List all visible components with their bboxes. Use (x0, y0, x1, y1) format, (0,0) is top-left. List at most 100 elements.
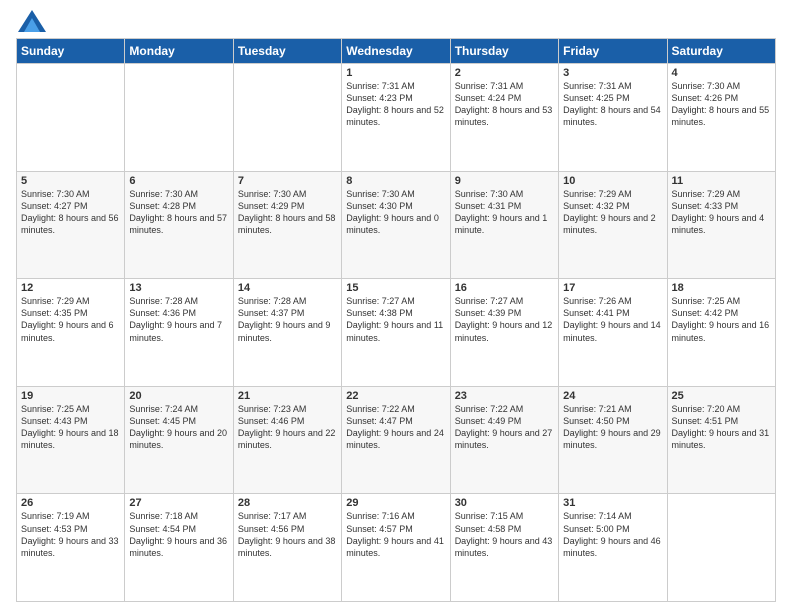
cell-info: Sunrise: 7:17 AM Sunset: 4:56 PM Dayligh… (238, 510, 337, 559)
calendar: SundayMondayTuesdayWednesdayThursdayFrid… (16, 38, 776, 602)
calendar-cell: 18Sunrise: 7:25 AM Sunset: 4:42 PM Dayli… (667, 279, 775, 387)
cell-info: Sunrise: 7:15 AM Sunset: 4:58 PM Dayligh… (455, 510, 554, 559)
day-number: 7 (238, 175, 337, 187)
day-number: 26 (21, 497, 120, 509)
cell-info: Sunrise: 7:29 AM Sunset: 4:32 PM Dayligh… (563, 188, 662, 237)
cell-info: Sunrise: 7:30 AM Sunset: 4:27 PM Dayligh… (21, 188, 120, 237)
day-number: 19 (21, 390, 120, 402)
day-number: 31 (563, 497, 662, 509)
calendar-cell: 23Sunrise: 7:22 AM Sunset: 4:49 PM Dayli… (450, 386, 558, 494)
calendar-cell: 20Sunrise: 7:24 AM Sunset: 4:45 PM Dayli… (125, 386, 233, 494)
logo-icon (18, 10, 46, 32)
week-row-1: 5Sunrise: 7:30 AM Sunset: 4:27 PM Daylig… (17, 171, 776, 279)
day-number: 18 (672, 282, 771, 294)
calendar-cell: 4Sunrise: 7:30 AM Sunset: 4:26 PM Daylig… (667, 64, 775, 172)
page: SundayMondayTuesdayWednesdayThursdayFrid… (0, 0, 792, 612)
day-number: 6 (129, 175, 228, 187)
day-number: 27 (129, 497, 228, 509)
cell-info: Sunrise: 7:20 AM Sunset: 4:51 PM Dayligh… (672, 403, 771, 452)
calendar-cell: 17Sunrise: 7:26 AM Sunset: 4:41 PM Dayli… (559, 279, 667, 387)
calendar-cell: 10Sunrise: 7:29 AM Sunset: 4:32 PM Dayli… (559, 171, 667, 279)
day-header-row: SundayMondayTuesdayWednesdayThursdayFrid… (17, 39, 776, 64)
calendar-cell (667, 494, 775, 602)
cell-info: Sunrise: 7:27 AM Sunset: 4:38 PM Dayligh… (346, 295, 445, 344)
calendar-cell: 15Sunrise: 7:27 AM Sunset: 4:38 PM Dayli… (342, 279, 450, 387)
cell-info: Sunrise: 7:27 AM Sunset: 4:39 PM Dayligh… (455, 295, 554, 344)
day-number: 23 (455, 390, 554, 402)
logo-area (16, 10, 46, 32)
calendar-cell: 5Sunrise: 7:30 AM Sunset: 4:27 PM Daylig… (17, 171, 125, 279)
cell-info: Sunrise: 7:29 AM Sunset: 4:33 PM Dayligh… (672, 188, 771, 237)
day-header-friday: Friday (559, 39, 667, 64)
cell-info: Sunrise: 7:25 AM Sunset: 4:43 PM Dayligh… (21, 403, 120, 452)
calendar-cell: 21Sunrise: 7:23 AM Sunset: 4:46 PM Dayli… (233, 386, 341, 494)
cell-info: Sunrise: 7:24 AM Sunset: 4:45 PM Dayligh… (129, 403, 228, 452)
day-number: 16 (455, 282, 554, 294)
calendar-cell: 12Sunrise: 7:29 AM Sunset: 4:35 PM Dayli… (17, 279, 125, 387)
cell-info: Sunrise: 7:28 AM Sunset: 4:36 PM Dayligh… (129, 295, 228, 344)
calendar-cell: 19Sunrise: 7:25 AM Sunset: 4:43 PM Dayli… (17, 386, 125, 494)
cell-info: Sunrise: 7:22 AM Sunset: 4:47 PM Dayligh… (346, 403, 445, 452)
cell-info: Sunrise: 7:31 AM Sunset: 4:25 PM Dayligh… (563, 80, 662, 129)
day-number: 22 (346, 390, 445, 402)
cell-info: Sunrise: 7:30 AM Sunset: 4:26 PM Dayligh… (672, 80, 771, 129)
calendar-cell: 6Sunrise: 7:30 AM Sunset: 4:28 PM Daylig… (125, 171, 233, 279)
cell-info: Sunrise: 7:30 AM Sunset: 4:30 PM Dayligh… (346, 188, 445, 237)
day-number: 13 (129, 282, 228, 294)
cell-info: Sunrise: 7:14 AM Sunset: 5:00 PM Dayligh… (563, 510, 662, 559)
cell-info: Sunrise: 7:28 AM Sunset: 4:37 PM Dayligh… (238, 295, 337, 344)
week-row-4: 26Sunrise: 7:19 AM Sunset: 4:53 PM Dayli… (17, 494, 776, 602)
day-number: 2 (455, 67, 554, 79)
cell-info: Sunrise: 7:23 AM Sunset: 4:46 PM Dayligh… (238, 403, 337, 452)
cell-info: Sunrise: 7:30 AM Sunset: 4:31 PM Dayligh… (455, 188, 554, 237)
calendar-cell: 16Sunrise: 7:27 AM Sunset: 4:39 PM Dayli… (450, 279, 558, 387)
day-number: 24 (563, 390, 662, 402)
cell-info: Sunrise: 7:31 AM Sunset: 4:24 PM Dayligh… (455, 80, 554, 129)
calendar-cell (125, 64, 233, 172)
week-row-2: 12Sunrise: 7:29 AM Sunset: 4:35 PM Dayli… (17, 279, 776, 387)
cell-info: Sunrise: 7:18 AM Sunset: 4:54 PM Dayligh… (129, 510, 228, 559)
day-number: 30 (455, 497, 554, 509)
calendar-cell (233, 64, 341, 172)
calendar-cell: 13Sunrise: 7:28 AM Sunset: 4:36 PM Dayli… (125, 279, 233, 387)
header (16, 10, 776, 32)
cell-info: Sunrise: 7:21 AM Sunset: 4:50 PM Dayligh… (563, 403, 662, 452)
calendar-cell: 11Sunrise: 7:29 AM Sunset: 4:33 PM Dayli… (667, 171, 775, 279)
day-number: 10 (563, 175, 662, 187)
day-number: 17 (563, 282, 662, 294)
day-number: 1 (346, 67, 445, 79)
day-header-tuesday: Tuesday (233, 39, 341, 64)
cell-info: Sunrise: 7:29 AM Sunset: 4:35 PM Dayligh… (21, 295, 120, 344)
day-number: 25 (672, 390, 771, 402)
calendar-cell: 24Sunrise: 7:21 AM Sunset: 4:50 PM Dayli… (559, 386, 667, 494)
cell-info: Sunrise: 7:16 AM Sunset: 4:57 PM Dayligh… (346, 510, 445, 559)
calendar-cell: 22Sunrise: 7:22 AM Sunset: 4:47 PM Dayli… (342, 386, 450, 494)
day-number: 9 (455, 175, 554, 187)
day-header-sunday: Sunday (17, 39, 125, 64)
day-number: 20 (129, 390, 228, 402)
day-number: 4 (672, 67, 771, 79)
day-number: 21 (238, 390, 337, 402)
day-header-thursday: Thursday (450, 39, 558, 64)
calendar-cell: 14Sunrise: 7:28 AM Sunset: 4:37 PM Dayli… (233, 279, 341, 387)
cell-info: Sunrise: 7:31 AM Sunset: 4:23 PM Dayligh… (346, 80, 445, 129)
day-header-wednesday: Wednesday (342, 39, 450, 64)
day-number: 12 (21, 282, 120, 294)
calendar-cell: 26Sunrise: 7:19 AM Sunset: 4:53 PM Dayli… (17, 494, 125, 602)
calendar-cell: 3Sunrise: 7:31 AM Sunset: 4:25 PM Daylig… (559, 64, 667, 172)
calendar-cell: 7Sunrise: 7:30 AM Sunset: 4:29 PM Daylig… (233, 171, 341, 279)
calendar-cell (17, 64, 125, 172)
cell-info: Sunrise: 7:30 AM Sunset: 4:28 PM Dayligh… (129, 188, 228, 237)
calendar-cell: 29Sunrise: 7:16 AM Sunset: 4:57 PM Dayli… (342, 494, 450, 602)
day-number: 14 (238, 282, 337, 294)
day-number: 5 (21, 175, 120, 187)
calendar-cell: 25Sunrise: 7:20 AM Sunset: 4:51 PM Dayli… (667, 386, 775, 494)
week-row-0: 1Sunrise: 7:31 AM Sunset: 4:23 PM Daylig… (17, 64, 776, 172)
day-header-saturday: Saturday (667, 39, 775, 64)
day-number: 8 (346, 175, 445, 187)
calendar-cell: 27Sunrise: 7:18 AM Sunset: 4:54 PM Dayli… (125, 494, 233, 602)
logo-text (16, 10, 46, 32)
day-number: 28 (238, 497, 337, 509)
cell-info: Sunrise: 7:26 AM Sunset: 4:41 PM Dayligh… (563, 295, 662, 344)
day-number: 29 (346, 497, 445, 509)
